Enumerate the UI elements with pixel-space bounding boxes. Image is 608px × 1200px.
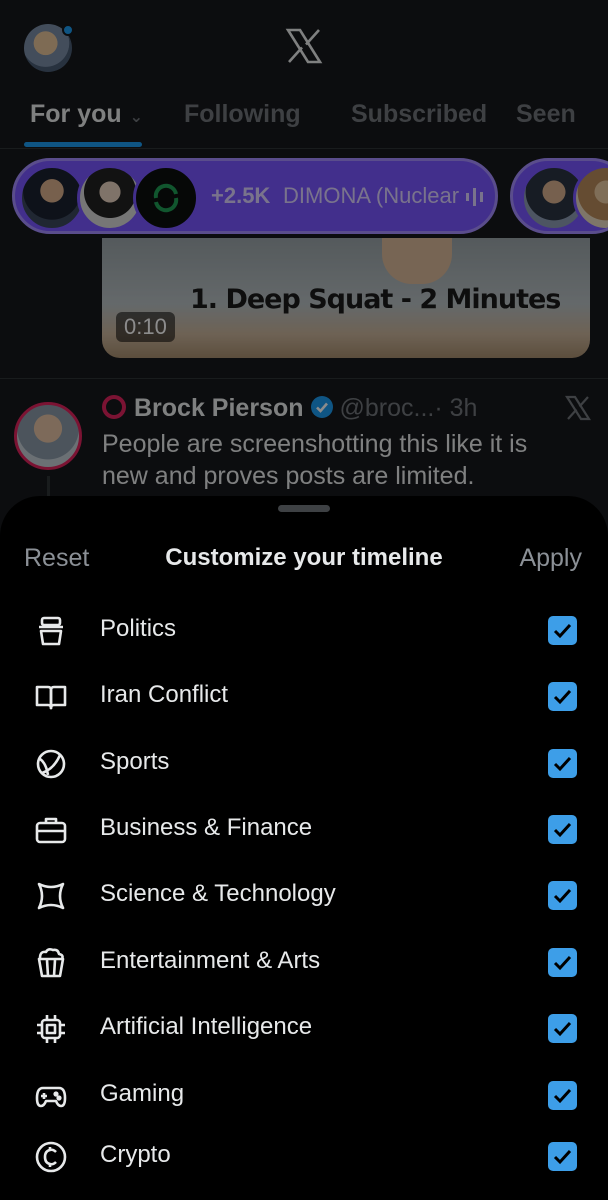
topic-checkbox[interactable] — [548, 1081, 577, 1110]
chip-icon — [34, 1012, 68, 1046]
topic-label: Entertainment & Arts — [100, 947, 321, 974]
topic-row-gaming[interactable]: Gaming — [0, 1065, 608, 1125]
topic-checkbox[interactable] — [548, 815, 577, 844]
sheet-title: Customize your timeline — [165, 544, 443, 571]
customize-timeline-sheet: Customize your timeline Reset Apply Poli… — [0, 496, 608, 1200]
apply-button[interactable]: Apply — [519, 544, 582, 573]
topic-checkbox[interactable] — [548, 682, 577, 711]
topic-label: Politics — [100, 615, 177, 642]
crypto-coin-icon — [34, 1140, 68, 1174]
topic-row-science-technology[interactable]: Science & Technology — [0, 865, 608, 925]
topic-row-entertainment-arts[interactable]: Entertainment & Arts — [0, 932, 608, 992]
topic-label: Business & Finance — [100, 814, 313, 841]
politics-icon — [34, 614, 68, 648]
sheet-header: Customize your timeline Reset Apply — [0, 540, 608, 584]
sports-ball-icon — [34, 747, 68, 781]
topic-label: Artificial Intelligence — [100, 1013, 313, 1040]
topic-row-sports[interactable]: Sports — [0, 733, 608, 793]
topic-checkbox[interactable] — [548, 1014, 577, 1043]
book-icon — [34, 680, 68, 714]
gamepad-icon — [34, 1079, 68, 1113]
topic-checkbox[interactable] — [548, 616, 577, 645]
reset-button[interactable]: Reset — [24, 544, 89, 573]
topic-checkbox[interactable] — [548, 1142, 577, 1171]
topic-row-crypto[interactable]: Crypto — [0, 1126, 608, 1186]
topic-row-politics[interactable]: Politics — [0, 600, 608, 660]
popcorn-icon — [34, 946, 68, 980]
topic-label: Crypto — [100, 1141, 171, 1168]
topic-checkbox[interactable] — [548, 881, 577, 910]
topic-row-business-finance[interactable]: Business & Finance — [0, 799, 608, 859]
topic-checkbox[interactable] — [548, 948, 577, 977]
topic-label: Iran Conflict — [100, 681, 229, 708]
atom-icon — [34, 879, 68, 913]
topic-checkbox[interactable] — [548, 749, 577, 778]
briefcase-icon — [34, 813, 68, 847]
topic-label: Sports — [100, 748, 170, 775]
topic-row-iran-conflict[interactable]: Iran Conflict — [0, 666, 608, 726]
topic-label: Science & Technology — [100, 880, 336, 907]
topic-row-artificial-intelligence[interactable]: Artificial Intelligence — [0, 998, 608, 1058]
sheet-drag-handle[interactable] — [278, 505, 330, 512]
topic-label: Gaming — [100, 1080, 185, 1107]
